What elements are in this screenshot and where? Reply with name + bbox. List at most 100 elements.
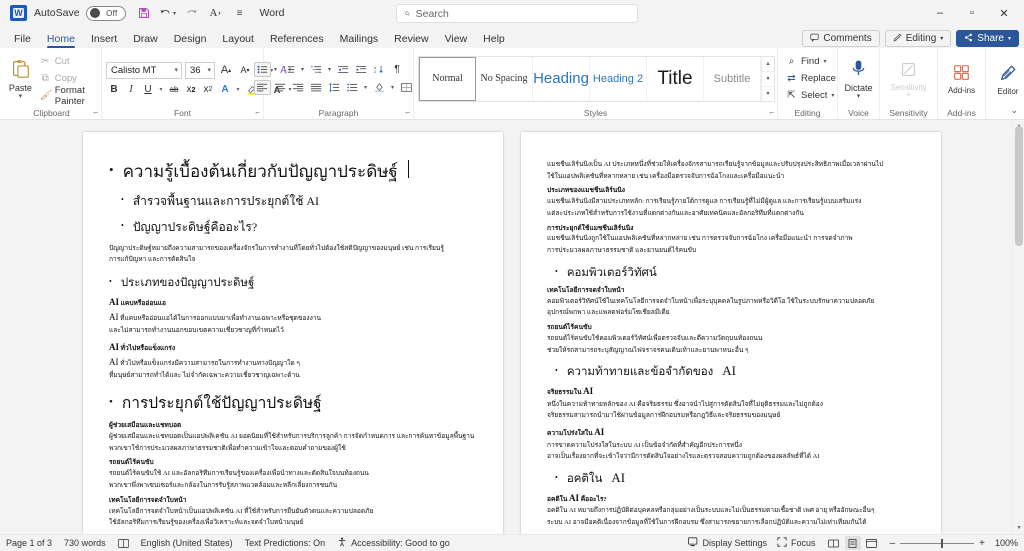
redo-icon[interactable] bbox=[180, 2, 204, 24]
strikethrough-button[interactable]: ab bbox=[166, 82, 182, 98]
format-painter-button[interactable]: 🖌 Format Painter bbox=[37, 85, 97, 107]
numbered-list-button[interactable]: 123 bbox=[281, 62, 298, 77]
addins-button[interactable]: Add-ins bbox=[942, 62, 981, 95]
italic-button[interactable]: I bbox=[123, 82, 139, 98]
find-button[interactable]: ⌕ Find ▾ bbox=[782, 54, 840, 69]
page-number-status[interactable]: Page 1 of 3 bbox=[6, 538, 52, 548]
sensitivity-button[interactable]: Sensitivity ▾ bbox=[884, 59, 933, 99]
autosave-toggle[interactable]: Off bbox=[85, 5, 126, 21]
scrollbar-thumb[interactable] bbox=[1015, 126, 1023, 246]
line-spacing-button[interactable] bbox=[326, 80, 343, 95]
style-heading-2[interactable]: Heading 2 bbox=[590, 56, 647, 101]
read-aloud-icon[interactable]: A ◗ bbox=[204, 2, 228, 24]
minimize-button[interactable]: – bbox=[924, 1, 956, 25]
numbered-list-chevron-down-icon[interactable]: ▾ bbox=[299, 62, 307, 77]
scroll-down-icon[interactable]: ▾ bbox=[1013, 522, 1024, 534]
save-icon[interactable] bbox=[132, 2, 156, 24]
style-subtitle[interactable]: Subtitle bbox=[704, 56, 761, 101]
text-effects-chevron-down-icon[interactable]: ▾ bbox=[234, 82, 242, 98]
print-layout-icon[interactable] bbox=[844, 536, 861, 550]
replace-button[interactable]: ⇄ Replace bbox=[782, 71, 840, 86]
tab-design[interactable]: Design bbox=[166, 31, 215, 48]
paragraph-spacing-chevron-down-icon[interactable]: ▾ bbox=[362, 80, 370, 95]
paragraph-spacing-button[interactable] bbox=[344, 80, 361, 95]
grow-font-icon[interactable]: A ▴ bbox=[218, 62, 234, 78]
shrink-font-icon[interactable]: A ▾ bbox=[237, 62, 253, 78]
text-effects-button[interactable]: A bbox=[217, 82, 233, 98]
customize-quick-access-icon[interactable]: ≡ bbox=[228, 2, 252, 24]
font-size-chevron-down-icon[interactable]: ▾ bbox=[207, 66, 211, 74]
multilevel-list-chevron-down-icon[interactable]: ▾ bbox=[326, 62, 334, 77]
tab-draw[interactable]: Draw bbox=[125, 31, 166, 48]
find-chevron-down-icon[interactable]: ▾ bbox=[823, 58, 826, 65]
zoom-in-button[interactable]: + bbox=[979, 538, 985, 549]
paragraph-dialog-launcher-icon[interactable]: ⌐ bbox=[405, 107, 410, 119]
increase-indent-button[interactable] bbox=[353, 62, 370, 77]
tab-references[interactable]: References bbox=[262, 31, 332, 48]
share-button[interactable]: Share ▾ bbox=[956, 30, 1019, 47]
undo-icon[interactable]: ▾ bbox=[156, 2, 180, 24]
bold-button[interactable]: B bbox=[106, 82, 122, 98]
clipboard-dialog-launcher-icon[interactable]: ⌐ bbox=[93, 107, 98, 119]
font-family-chevron-down-icon[interactable]: ▾ bbox=[174, 66, 178, 74]
tab-home[interactable]: Home bbox=[39, 31, 83, 48]
tab-layout[interactable]: Layout bbox=[214, 31, 262, 48]
align-left-button[interactable] bbox=[253, 80, 271, 95]
text-predictions-status[interactable]: Text Predictions: On bbox=[245, 538, 326, 548]
font-size-combo[interactable]: 36 ▾ bbox=[185, 61, 215, 79]
superscript-button[interactable]: x2 bbox=[200, 82, 216, 98]
tab-mailings[interactable]: Mailings bbox=[332, 31, 387, 48]
style-heading[interactable]: Heading bbox=[533, 56, 590, 101]
cut-button[interactable]: ✂ Cut bbox=[37, 54, 97, 69]
borders-button[interactable] bbox=[398, 80, 415, 95]
maximize-button[interactable]: ▫ bbox=[956, 1, 988, 25]
dictate-chevron-down-icon[interactable]: ▾ bbox=[857, 93, 861, 100]
zoom-track[interactable] bbox=[900, 538, 975, 548]
styles-scroll-up-icon[interactable]: ▴ bbox=[762, 57, 774, 72]
align-right-button[interactable] bbox=[290, 80, 307, 95]
style-normal[interactable]: Normal bbox=[419, 56, 476, 101]
tab-file[interactable]: File bbox=[6, 31, 39, 48]
zoom-level-label[interactable]: 100% bbox=[995, 538, 1018, 548]
share-chevron-down-icon[interactable]: ▾ bbox=[1008, 35, 1011, 42]
styles-dialog-launcher-icon[interactable]: ⌐ bbox=[769, 107, 774, 119]
tab-view[interactable]: View bbox=[437, 31, 476, 48]
editor-button[interactable]: Editor bbox=[990, 62, 1024, 96]
autosave-control[interactable]: AutoSave Off bbox=[34, 5, 126, 21]
underline-button[interactable]: U bbox=[140, 82, 156, 98]
font-family-combo[interactable]: Calisto MT ▾ bbox=[106, 61, 182, 79]
paste-chevron-down-icon[interactable]: ▾ bbox=[19, 93, 23, 100]
show-formatting-marks-button[interactable]: ¶ bbox=[389, 62, 406, 77]
align-center-button[interactable] bbox=[272, 80, 289, 95]
tab-review[interactable]: Review bbox=[386, 31, 436, 48]
select-button[interactable]: ⇱ Select ▾ bbox=[782, 88, 840, 103]
styles-more-icon[interactable]: ▾ bbox=[762, 87, 774, 102]
tab-help[interactable]: Help bbox=[475, 31, 513, 48]
select-chevron-down-icon[interactable]: ▾ bbox=[831, 92, 834, 99]
shading-chevron-down-icon[interactable]: ▾ bbox=[389, 80, 397, 95]
accessibility-status[interactable]: Accessibility: Good to go bbox=[337, 537, 450, 549]
bullet-list-button[interactable] bbox=[253, 62, 271, 77]
style-no-spacing[interactable]: No Spacing bbox=[476, 56, 533, 101]
justify-button[interactable] bbox=[308, 80, 325, 95]
vertical-scrollbar[interactable]: ▴ ▾ bbox=[1012, 120, 1024, 534]
collapse-ribbon-icon[interactable]: ⌄ bbox=[1010, 105, 1018, 116]
bullet-list-chevron-down-icon[interactable]: ▾ bbox=[272, 62, 280, 77]
font-dialog-launcher-icon[interactable]: ⌐ bbox=[255, 107, 260, 119]
focus-mode-button[interactable]: Focus bbox=[777, 537, 816, 549]
sensitivity-chevron-down-icon[interactable]: ▾ bbox=[907, 92, 911, 99]
zoom-handle[interactable] bbox=[941, 538, 944, 548]
multilevel-list-button[interactable] bbox=[308, 62, 325, 77]
undo-dropdown-caret[interactable]: ▾ bbox=[173, 10, 176, 17]
proofing-icon[interactable] bbox=[117, 538, 129, 548]
language-status[interactable]: English (United States) bbox=[141, 538, 233, 548]
chevron-down-icon[interactable]: ▾ bbox=[940, 35, 943, 42]
close-button[interactable]: ✕ bbox=[988, 1, 1020, 25]
editing-mode-button[interactable]: Editing ▾ bbox=[884, 30, 952, 47]
zoom-out-button[interactable]: – bbox=[890, 538, 896, 549]
decrease-indent-button[interactable] bbox=[335, 62, 352, 77]
tab-insert[interactable]: Insert bbox=[83, 31, 125, 48]
search-box[interactable]: ⌕ Search bbox=[396, 4, 638, 23]
subscript-button[interactable]: x2 bbox=[183, 82, 199, 98]
dictate-button[interactable]: Dictate ▾ bbox=[842, 57, 875, 100]
